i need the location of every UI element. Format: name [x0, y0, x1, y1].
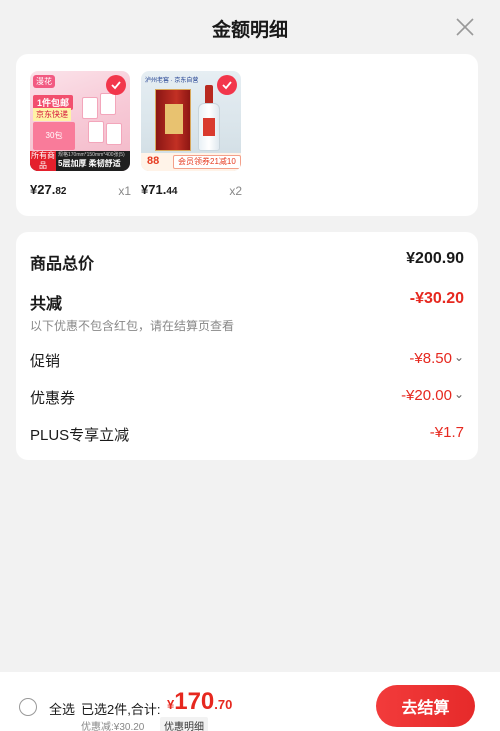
total-amount: ¥170.70 [167, 688, 232, 716]
promo-amount: -¥8.50 [409, 350, 452, 367]
products-card: 漫花 1件包邮 京东快递 30包 所有商品 包邮 规格170mm*150mm*4… [16, 54, 478, 216]
image-pack-shape [82, 97, 98, 119]
image-bottle-neck [205, 85, 213, 105]
image-strip-coupon: 会员领券21减10 [173, 155, 241, 169]
plus-row: PLUS专享立减 -¥1.7 [30, 424, 464, 450]
image-bottle-label [203, 118, 215, 136]
discount-note: 以下优惠不包含红包，请在结算页查看 [30, 319, 235, 333]
image-pack-shape [100, 93, 116, 115]
coupon-row[interactable]: 优惠券 -¥20.00 ⌄ [30, 387, 464, 413]
checked-icon[interactable] [217, 75, 237, 95]
image-strip-number: 88 [147, 155, 160, 167]
product-item[interactable]: 漫花 1件包邮 京东快递 30包 所有商品 包邮 规格170mm*150mm*4… [30, 71, 134, 198]
plus-label: PLUS专享立减 [30, 427, 130, 444]
image-promo-tag: 京东快递 [33, 108, 71, 121]
total-integer: 170 [174, 688, 215, 715]
image-strip-main: 5层加厚 柔韧舒适 [58, 159, 121, 168]
promo-label: 促销 [30, 353, 61, 370]
price-cents: 44 [166, 186, 178, 197]
product-price: ¥71.44 [141, 182, 177, 197]
product-item[interactable]: 泸州老窖 · 京东自营 88 会员领券21减10 ¥71.44 x2 [141, 71, 245, 198]
reduce-row: 共减 -¥30.20 [30, 290, 464, 316]
promo-value: -¥8.50 ⌄ [409, 350, 464, 367]
image-promo-block: 30包 [33, 122, 75, 150]
product-image-liquor[interactable]: 泸州老窖 · 京东自营 88 会员领券21减10 [141, 71, 241, 171]
image-strip-badge: 所有商品 包邮 [30, 151, 56, 171]
sheet-title: 金额明细 [211, 19, 288, 41]
total-row: 商品总价 ¥200.90 [30, 250, 464, 276]
promo-row[interactable]: 促销 -¥8.50 ⌄ [30, 350, 464, 376]
total-value: ¥200.90 [406, 250, 464, 267]
close-icon[interactable] [452, 14, 478, 40]
amount-detail-sheet: 金额明细 漫花 1件包邮 京东快递 30包 所有商品 包邮 [0, 0, 500, 731]
price-cents: 82 [55, 186, 67, 197]
total-label: 商品总价 [30, 256, 95, 273]
selected-info: 已选2件,合计: [81, 702, 161, 717]
image-brand-text: 泸州老窖 · 京东自营 [145, 78, 199, 84]
chevron-down-icon[interactable]: ⌄ [454, 387, 464, 401]
image-pack-shape [88, 121, 104, 143]
discount-summary: 优惠减:¥30.20 [81, 722, 145, 731]
product-image-tissue[interactable]: 漫花 1件包邮 京东快递 30包 所有商品 包邮 规格170mm*150mm*4… [30, 71, 130, 171]
select-all-label[interactable]: 全选 [49, 699, 75, 718]
price-main: ¥71. [141, 182, 167, 197]
checkout-bar: 全选 已选2件,合计: ¥170.70 优惠减:¥30.20 优惠明细 去结算 [0, 672, 500, 731]
product-price: ¥27.82 [30, 182, 66, 197]
product-meta: ¥71.44 x2 [141, 182, 245, 202]
plus-value: -¥1.7 [429, 424, 464, 441]
image-promo-text: 30包 [45, 131, 63, 140]
discount-detail-button[interactable]: 优惠明细 [160, 717, 208, 731]
coupon-value: -¥20.00 ⌄ [401, 387, 464, 404]
chevron-down-icon[interactable]: ⌄ [454, 350, 464, 364]
coupon-amount: -¥20.00 [401, 387, 452, 404]
select-all-radio[interactable] [19, 698, 37, 716]
image-strip-spec: 规格170mm*150mm*400张(5) [58, 152, 125, 158]
product-quantity: x2 [229, 184, 242, 198]
image-pack-shape [106, 123, 122, 145]
image-bottom-strip: 88 会员领券21减10 [141, 153, 241, 171]
image-strip-text: 所有商品 [31, 151, 55, 170]
image-bottom-strip: 所有商品 包邮 规格170mm*150mm*400张(5) 5层加厚 柔韧舒适 [30, 151, 130, 171]
checkout-button[interactable]: 去结算 [376, 685, 475, 727]
sheet-header: 金额明细 [0, 0, 500, 56]
image-box-label [165, 104, 183, 134]
summary-card: 商品总价 ¥200.90 共减 -¥30.20 以下优惠不包含红包，请在结算页查… [16, 232, 478, 460]
image-gift-box [155, 89, 191, 151]
total-decimal: .70 [214, 697, 233, 712]
price-main: ¥27. [30, 182, 56, 197]
image-brand-tag: 漫花 [33, 75, 55, 88]
product-meta: ¥27.82 x1 [30, 182, 134, 202]
image-bottle [198, 103, 220, 151]
coupon-label: 优惠券 [30, 390, 76, 407]
product-quantity: x1 [118, 184, 131, 198]
reduce-label: 共减 [30, 296, 63, 313]
checked-icon[interactable] [106, 75, 126, 95]
reduce-value: -¥30.20 [409, 290, 464, 307]
